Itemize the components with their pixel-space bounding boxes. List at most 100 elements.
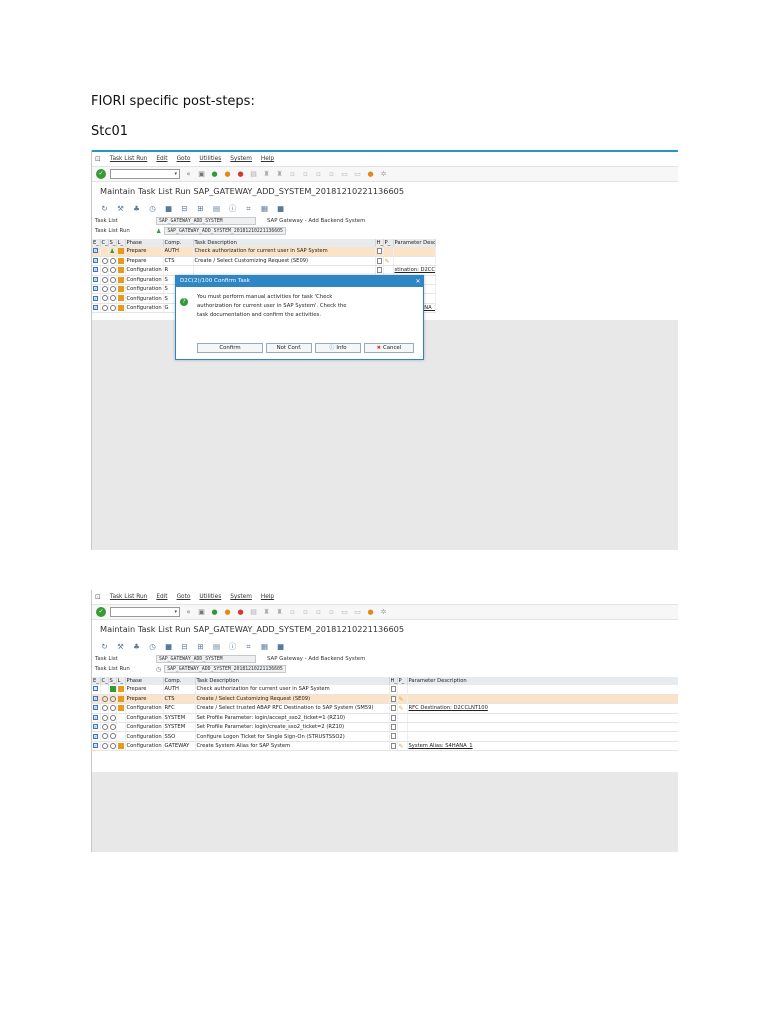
back-icon[interactable]: ● <box>210 608 219 617</box>
collapse-icon[interactable]: ⊟ <box>180 204 189 213</box>
col-h[interactable]: H_ <box>375 239 384 247</box>
menu-task-list-run[interactable]: Task List Run <box>110 594 147 600</box>
execute-checkbox[interactable]: ✓ <box>93 305 98 311</box>
execute-checkbox[interactable]: ✓ <box>93 295 98 301</box>
log-icon[interactable]: ▦ <box>260 642 269 651</box>
table-row[interactable]: ✓ Configuration R stination: D2CCLNT100 <box>92 265 436 276</box>
tool-icon[interactable]: ⚒ <box>116 642 125 651</box>
menu-edit[interactable]: Edit <box>156 156 167 162</box>
prev-page-icon[interactable]: ▫ <box>301 170 310 179</box>
info-button[interactable]: ⓘ Info <box>315 343 361 353</box>
next-page-icon[interactable]: ▫ <box>314 608 323 617</box>
col-p[interactable]: P_ <box>383 239 394 247</box>
not-confirmed-button[interactable]: Not Conf. <box>266 343 312 353</box>
last-page-icon[interactable]: ▫ <box>327 170 336 179</box>
clock-icon[interactable]: ◷ <box>148 642 157 651</box>
shortcut-icon[interactable]: ▭ <box>353 170 362 179</box>
save-icon[interactable]: ▣ <box>197 608 206 617</box>
pencil-icon[interactable]: ✎ <box>399 696 404 703</box>
param-cell[interactable]: System Alias: S4HANA_1 <box>407 741 678 752</box>
table-row[interactable]: ✓ Prepare CTS Create / Select Customizin… <box>92 256 436 267</box>
help-icon[interactable]: ● <box>366 608 375 617</box>
param-cell[interactable]: stination: D2CCLNT100 <box>393 265 436 276</box>
menu-help[interactable]: Help <box>261 594 274 600</box>
info-icon[interactable]: ⓘ <box>228 204 237 213</box>
col-task[interactable]: Task Description <box>195 677 390 685</box>
execute-checkbox[interactable]: ✓ <box>93 705 98 711</box>
col-task[interactable]: Task Description <box>193 239 376 247</box>
find-icon[interactable]: ♜ <box>262 608 271 617</box>
people-icon[interactable]: ♣ <box>132 204 141 213</box>
exit-icon[interactable]: ● <box>223 170 232 179</box>
menu-goto[interactable]: Goto <box>177 156 191 162</box>
save-icon[interactable]: ▣ <box>197 170 206 179</box>
print-icon[interactable]: ▤ <box>249 608 258 617</box>
execute-checkbox[interactable]: ✓ <box>93 733 98 739</box>
back-icon[interactable]: ● <box>210 170 219 179</box>
refresh-icon[interactable]: ↻ <box>100 642 109 651</box>
execute-icon[interactable]: ■ <box>164 204 173 213</box>
menu-task-list-run[interactable]: Task List Run <box>110 156 147 162</box>
command-field[interactable]: ▾ <box>110 169 180 179</box>
menu-utilities[interactable]: Utilities <box>199 156 221 162</box>
task-list-value[interactable]: SAP_GATEWAY_ADD_SYSTEM <box>156 655 256 663</box>
first-page-icon[interactable]: ▫ <box>288 170 297 179</box>
table-row[interactable]: ✓ Configuration SYSTEM Set Profile Param… <box>92 722 678 733</box>
col-param[interactable]: Parameter Description <box>393 239 436 247</box>
last-page-icon[interactable]: ▫ <box>327 608 336 617</box>
collapse-icon[interactable]: ⊟ <box>180 642 189 651</box>
param-cell[interactable]: RFC Destination: D2CCLNT100 <box>407 703 678 714</box>
doc-icon[interactable]: ▤ <box>212 204 221 213</box>
col-p[interactable]: P_ <box>397 677 408 685</box>
document-icon[interactable] <box>376 257 382 264</box>
col-e[interactable]: E_ <box>92 677 101 685</box>
settings-icon[interactable]: ✲ <box>379 170 388 179</box>
execute-checkbox[interactable]: ✓ <box>93 724 98 730</box>
table-row[interactable]: ✓ Configuration GATEWAY Create System Al… <box>92 741 678 752</box>
find-next-icon[interactable]: ♜ <box>275 608 284 617</box>
command-field[interactable]: ▾ <box>110 607 180 617</box>
pencil-icon[interactable]: ✎ <box>385 258 390 265</box>
col-h[interactable]: H_ <box>389 677 398 685</box>
settings-icon[interactable]: ✲ <box>379 608 388 617</box>
enter-icon[interactable]: ✓ <box>96 169 106 179</box>
document-icon[interactable] <box>390 742 396 749</box>
layout-icon[interactable]: ⌗ <box>244 204 253 213</box>
document-icon[interactable] <box>390 695 396 702</box>
execute-checkbox[interactable]: ✓ <box>93 286 98 292</box>
refresh-icon[interactable]: ↻ <box>100 204 109 213</box>
cancel-icon[interactable]: ● <box>236 608 245 617</box>
table-row[interactable]: Prepare AUTH Check authorization for cur… <box>92 685 678 695</box>
layout-icon[interactable]: ⌗ <box>244 642 253 651</box>
document-icon[interactable] <box>376 267 382 274</box>
execute-checkbox[interactable]: ✓ <box>93 258 98 264</box>
table-row[interactable]: ✓ Configuration SYSTEM Set Profile Param… <box>92 713 678 724</box>
col-param[interactable]: Parameter Description <box>407 677 678 685</box>
col-l[interactable]: L_ <box>116 239 126 247</box>
new-session-icon[interactable]: ▭ <box>340 170 349 179</box>
clock-icon[interactable]: ◷ <box>148 204 157 213</box>
execute-checkbox[interactable]: ✓ <box>93 696 98 702</box>
execute-checkbox[interactable]: ✓ <box>93 276 98 282</box>
col-phase[interactable]: Phase <box>125 677 164 685</box>
task-list-run-value[interactable]: SAP_GATEWAY_ADD_SYSTEM_20181210221136605 <box>164 665 286 673</box>
document-icon[interactable] <box>390 733 396 740</box>
enter-icon[interactable]: ✓ <box>96 607 106 617</box>
col-e[interactable]: E_ <box>92 239 101 247</box>
expand-icon[interactable]: ⊞ <box>196 204 205 213</box>
first-page-icon[interactable]: ▫ <box>288 608 297 617</box>
expand-icon[interactable]: ⊞ <box>196 642 205 651</box>
sap-menu-icon[interactable]: ⊡ <box>95 593 101 601</box>
close-icon[interactable]: ✕ <box>413 276 423 287</box>
square-icon[interactable]: ■ <box>276 642 285 651</box>
sap-menu-icon[interactable]: ⊡ <box>95 155 101 163</box>
menu-system[interactable]: System <box>230 156 252 162</box>
execute-checkbox[interactable]: ✓ <box>93 714 98 720</box>
menu-goto[interactable]: Goto <box>177 594 191 600</box>
document-icon[interactable] <box>390 714 396 721</box>
cancel-button[interactable]: ✖ Cancel <box>364 343 414 353</box>
back-arrows-icon[interactable]: « <box>184 608 193 617</box>
task-list-run-value[interactable]: SAP_GATEWAY_ADD_SYSTEM_20181210221136605 <box>164 227 286 235</box>
tool-icon[interactable]: ⚒ <box>116 204 125 213</box>
task-list-value[interactable]: SAP_GATEWAY_ADD_SYSTEM <box>156 217 256 225</box>
